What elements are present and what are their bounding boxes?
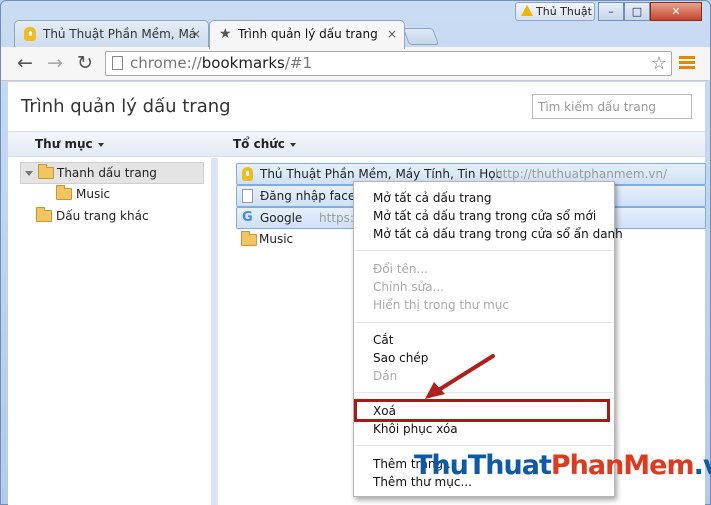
menu-item-undo-delete[interactable]: Khôi phục xóa [354, 420, 614, 438]
folder-tree: Thanh dấu trang Music Dấu trang khác [8, 158, 211, 505]
tab-label: Thủ Thuật Phần Mềm, Má [43, 27, 197, 41]
menu-item-open-all-new-window[interactable]: Mở tất cả dấu trang trong cửa sổ mới [354, 207, 614, 225]
profile-label: Thủ Thuật [536, 5, 592, 18]
folder-icon [56, 185, 72, 200]
menu-item-cut[interactable]: Cắt [354, 331, 614, 349]
folder-open-icon [38, 164, 54, 179]
menu-item-open-all[interactable]: Mở tất cả dấu trang [354, 189, 614, 207]
tab-thuthuat[interactable]: Thủ Thuật Phần Mềm, Má × [14, 20, 209, 47]
url-text: chrome://bookmarks/#1 [130, 54, 312, 72]
menu-separator [355, 445, 613, 446]
caret-icon [97, 142, 104, 147]
tree-item-label: Thanh dấu trang [57, 166, 157, 180]
menu-item-show-in-folder[interactable]: Hiển thị trong thư mục [354, 296, 614, 314]
bookmark-title: Music [259, 232, 294, 246]
forward-arrow-icon[interactable]: → [43, 52, 67, 76]
reload-icon[interactable]: ↻ [73, 52, 97, 76]
menu-item-edit[interactable]: Chỉnh sửa... [354, 278, 614, 296]
watermark-logo: ThuThuatPhanMem.vn [414, 450, 711, 481]
warning-icon [521, 5, 533, 16]
page-title: Trình quản lý dấu trang [21, 96, 231, 117]
maximize-button[interactable]: □ [624, 2, 650, 21]
expand-triangle-icon[interactable] [25, 171, 33, 176]
bulb-icon [242, 167, 253, 181]
folder-icon [36, 207, 52, 222]
menu-item-rename[interactable]: Đổi tên... [354, 260, 614, 278]
star-icon: ★ [219, 26, 232, 42]
pointer-arrow-icon [425, 354, 495, 399]
address-bar[interactable]: chrome://bookmarks/#1 ☆ [105, 51, 672, 76]
tab-label: Trình quản lý dấu trang [238, 27, 378, 41]
menu-item-open-all-incognito[interactable]: Mở tất cả dấu trang trong cửa sổ ẩn danh [354, 225, 623, 243]
profile-button[interactable]: Thủ Thuật [515, 2, 595, 21]
folders-menu-button[interactable]: Thư mục [35, 137, 104, 151]
new-tab-button[interactable] [402, 28, 440, 45]
page-icon [242, 189, 253, 203]
organize-menu-button[interactable]: Tổ chức [233, 137, 296, 151]
bookmark-star-icon[interactable]: ☆ [651, 53, 667, 74]
bulb-icon [24, 27, 36, 41]
search-input[interactable] [532, 94, 692, 119]
tree-item-label: Music [76, 187, 111, 201]
toolbar: ← → ↻ chrome://bookmarks/#1 ☆ [1, 47, 710, 81]
column-header-bar: Thư mục Tổ chức [8, 131, 705, 157]
tab-close-icon[interactable]: × [191, 21, 201, 47]
close-window-button[interactable]: ✕ [650, 2, 702, 21]
browser-window: Thủ Thuật – □ ✕ Thủ Thuật Phần Mềm, Má ×… [0, 0, 711, 505]
page-icon [112, 56, 123, 70]
menu-icon[interactable] [679, 56, 695, 70]
caret-icon [289, 142, 296, 147]
tab-bookmarks[interactable]: ★ Trình quản lý dấu trang × [209, 20, 405, 49]
tree-item-label: Dấu trang khác [56, 209, 149, 223]
google-icon: G [242, 210, 253, 225]
minimize-button[interactable]: – [598, 2, 624, 21]
folder-icon [241, 231, 257, 246]
tree-item-bookmarks-bar[interactable]: Thanh dấu trang [20, 162, 204, 184]
bookmark-title: Google [260, 211, 303, 225]
menu-separator [355, 322, 613, 323]
tree-item-music[interactable]: Music [56, 184, 206, 206]
pane-splitter[interactable] [211, 158, 218, 505]
window-controls: – □ ✕ [598, 2, 702, 21]
tab-close-icon[interactable]: × [387, 21, 397, 47]
menu-separator [355, 250, 613, 251]
back-arrow-icon[interactable]: ← [13, 52, 37, 76]
tree-item-other-bookmarks[interactable]: Dấu trang khác [36, 206, 206, 228]
